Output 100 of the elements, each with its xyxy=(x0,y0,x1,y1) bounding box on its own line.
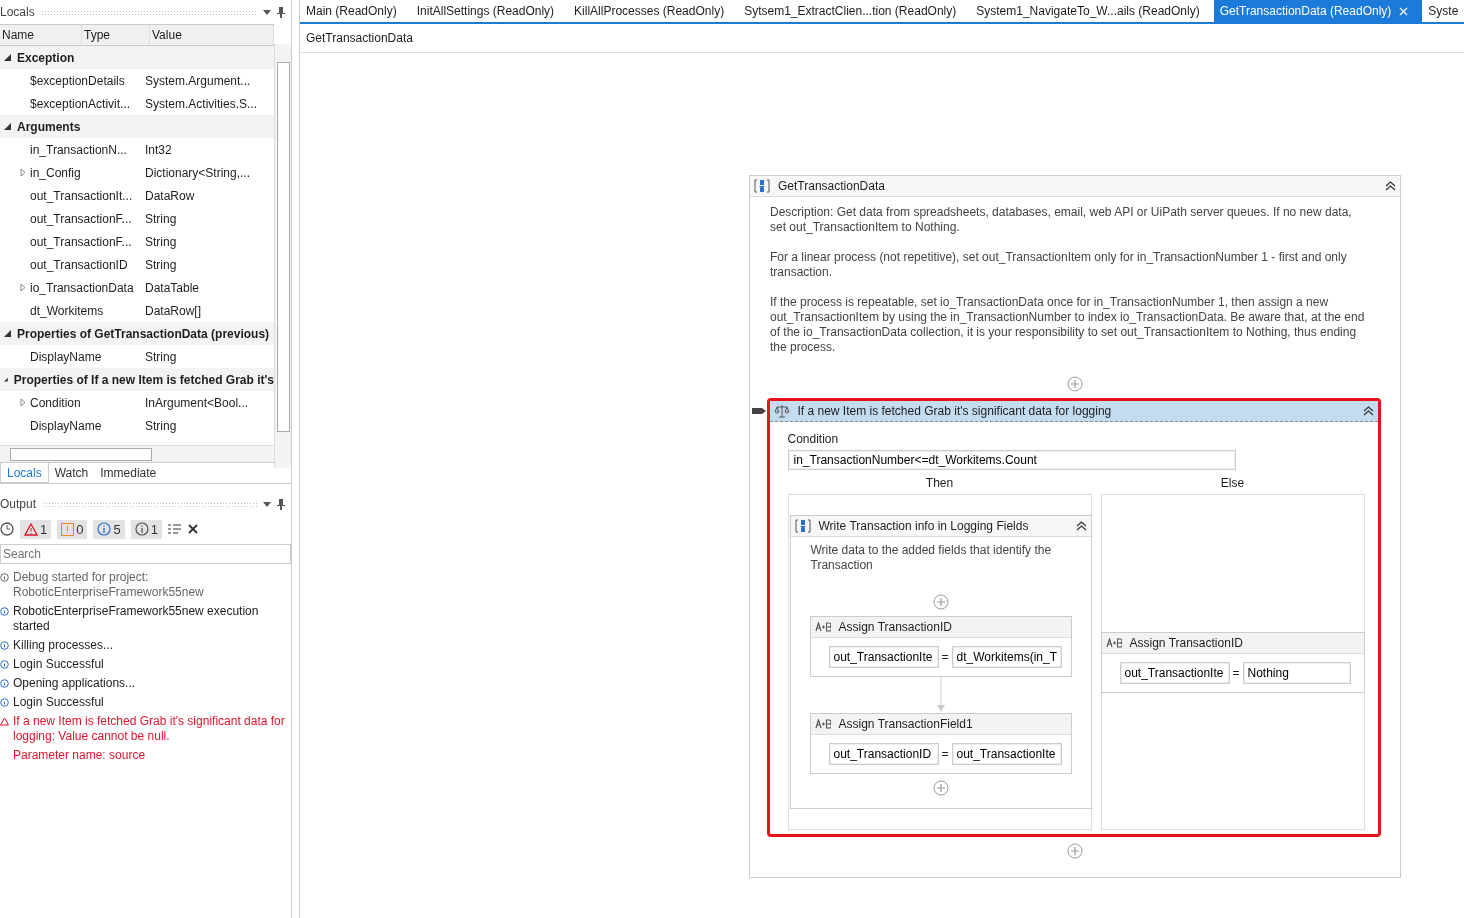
sequence-icon xyxy=(794,519,811,533)
vertical-scrollbar[interactable] xyxy=(274,44,291,468)
log-filter-button[interactable]: 0 xyxy=(57,519,88,539)
panel-tab[interactable]: Locals xyxy=(0,463,49,483)
variable-name: in_Config xyxy=(30,165,82,180)
activity-description: If the process is repeatable, set io_TransactionData once for in_TransactionNumber 1, then assign a new out_TransactionItem by using the in_TransactionNumber to index io_TransactionData. Be aware that, at the end of the io_TransactionData collection, it is your responsibility to set out_TransactionItem to Nothing, thus ending the process. xyxy=(770,295,1366,355)
info-icon xyxy=(0,641,9,650)
expanded-arrow-icon[interactable] xyxy=(4,376,8,383)
condition-label: Condition xyxy=(787,432,839,446)
group-label: Arguments xyxy=(17,119,81,134)
document-tab[interactable]: InitAllSettings (ReadOnly) xyxy=(410,0,569,22)
variable-name: $exceptionActivit... xyxy=(30,96,132,111)
branch-label: Then xyxy=(924,476,955,492)
expanded-arrow-icon[interactable] xyxy=(4,54,11,61)
error-icon xyxy=(0,717,9,726)
collapse-icon[interactable] xyxy=(1362,406,1374,416)
log-message: Login Successful xyxy=(13,695,104,710)
else-branch[interactable]: Assign TransactionID out_TransactionIte = Nothing xyxy=(1100,494,1365,830)
clock-icon[interactable] xyxy=(0,522,14,536)
info-icon xyxy=(134,522,149,536)
assign-value-field[interactable]: out_TransactionIte xyxy=(951,743,1062,765)
breakpoint-marker-icon xyxy=(751,407,766,415)
breadcrumb[interactable]: GetTransactionData xyxy=(306,31,413,45)
document-tab[interactable]: GetTransactionData (ReadOnly) xyxy=(1213,0,1423,22)
column-header[interactable]: Value xyxy=(150,25,274,45)
expanded-arrow-icon[interactable] xyxy=(4,123,11,130)
variable-value: String xyxy=(145,349,177,364)
activity-title: GetTransactionData xyxy=(778,179,886,193)
sequence-icon xyxy=(754,179,770,193)
equals-sign: = xyxy=(941,650,949,664)
horizontal-scrollbar[interactable] xyxy=(0,445,274,462)
activity-title: Assign TransactionID xyxy=(1129,635,1243,650)
assign-value-field[interactable]: Nothing xyxy=(1242,661,1351,684)
sequence-activity[interactable] xyxy=(749,175,1401,878)
equals-sign: = xyxy=(941,747,949,761)
variable-name: out_TransactionF... xyxy=(30,211,133,226)
log-filter-button[interactable]: 1 xyxy=(130,519,162,539)
variable-name: $exceptionDetails xyxy=(30,73,126,88)
variable-value: System.Argument... xyxy=(145,73,251,88)
group-label: Properties of If a new Item is fetched Grab it's xyxy=(13,372,274,387)
expanded-arrow-icon[interactable] xyxy=(4,330,11,337)
scales-icon xyxy=(773,404,790,418)
variable-value: System.Activities.S... xyxy=(145,96,258,111)
branch-label: Else xyxy=(1219,476,1246,492)
collapse-icon[interactable] xyxy=(1385,181,1396,191)
collapsed-arrow-icon[interactable] xyxy=(20,168,26,177)
variable-value: Int32 xyxy=(145,142,172,157)
info-icon xyxy=(0,679,9,688)
assign-to-field[interactable]: out_TransactionIte xyxy=(828,646,939,668)
dropdown-icon[interactable] xyxy=(263,501,271,507)
panel-title: Output xyxy=(0,497,37,511)
search-field[interactable]: Search xyxy=(0,544,291,564)
log-filter-button[interactable]: 5 xyxy=(93,519,125,539)
log-message: RoboticEnterpriseFramework55new execution started xyxy=(13,604,260,634)
variable-name: out_TransactionID xyxy=(30,257,129,272)
assign-to-field[interactable]: out_TransactionID xyxy=(828,743,939,765)
info-icon xyxy=(0,607,9,616)
variable-value: InArgument<Bool... xyxy=(145,395,249,410)
document-tab[interactable]: KillAllProcesses (ReadOnly) xyxy=(568,0,739,22)
column-header[interactable]: Type xyxy=(82,25,150,45)
pin-icon[interactable] xyxy=(277,6,285,18)
pin-icon[interactable] xyxy=(277,498,285,510)
connector-arrow xyxy=(935,677,946,713)
log-message: Killing processes... xyxy=(13,638,114,653)
variable-value: String xyxy=(145,211,177,226)
dropdown-icon[interactable] xyxy=(263,9,271,15)
panel-tab[interactable]: Immediate xyxy=(94,463,163,483)
document-tab[interactable]: System1_NavigateTo_W...ails (ReadOnly) xyxy=(970,0,1214,22)
variable-value: String xyxy=(145,418,177,433)
panel-title: Locals xyxy=(0,5,35,19)
assign-activity[interactable]: Assign TransactionID out_TransactionIte = Nothing xyxy=(1100,631,1365,693)
document-tab[interactable]: Syste xyxy=(1422,0,1464,22)
close-icon[interactable] xyxy=(187,524,198,534)
collapsed-arrow-icon[interactable] xyxy=(20,398,26,407)
assign-icon xyxy=(814,719,831,729)
document-tab[interactable]: Main (ReadOnly) xyxy=(300,0,411,22)
assign-value-field[interactable]: dt_Workitems(in_T xyxy=(951,646,1062,668)
panel-tab[interactable]: Watch xyxy=(48,463,95,483)
variable-value: Dictionary<String,... xyxy=(145,165,251,180)
activity-title: Assign TransactionID xyxy=(838,620,952,634)
column-header[interactable]: Name xyxy=(0,25,82,45)
list-settings-icon[interactable] xyxy=(167,523,182,535)
error-icon xyxy=(24,522,38,536)
variable-name: DisplayName xyxy=(30,418,103,433)
info-icon xyxy=(0,698,9,707)
collapse-icon[interactable] xyxy=(1075,521,1087,531)
document-tab[interactable]: Sytsem1_ExtractClien...tion (ReadOnly) xyxy=(738,0,971,22)
condition-field[interactable]: in_TransactionNumber<=dt_Workitems.Count xyxy=(787,450,1236,470)
assign-activity[interactable]: Assign TransactionID out_TransactionIte = dt_Workitems(in_T xyxy=(809,616,1072,677)
variable-name: DisplayName xyxy=(30,349,103,364)
assign-to-field[interactable]: out_TransactionIte xyxy=(1119,661,1230,684)
variable-name: dt_Workitems xyxy=(30,303,105,318)
activity-title: Write Transaction info in Logging Fields xyxy=(818,519,1030,533)
variable-name: Condition xyxy=(30,395,82,410)
info-icon xyxy=(97,522,112,536)
collapsed-arrow-icon[interactable] xyxy=(20,283,26,292)
assign-activity[interactable]: Assign TransactionField1 out_TransactionID = out_TransactionIte xyxy=(809,713,1072,774)
variable-name: out_TransactionF... xyxy=(30,234,133,249)
if-activity[interactable] xyxy=(766,398,1381,837)
log-filter-button[interactable]: 1 xyxy=(20,519,52,539)
